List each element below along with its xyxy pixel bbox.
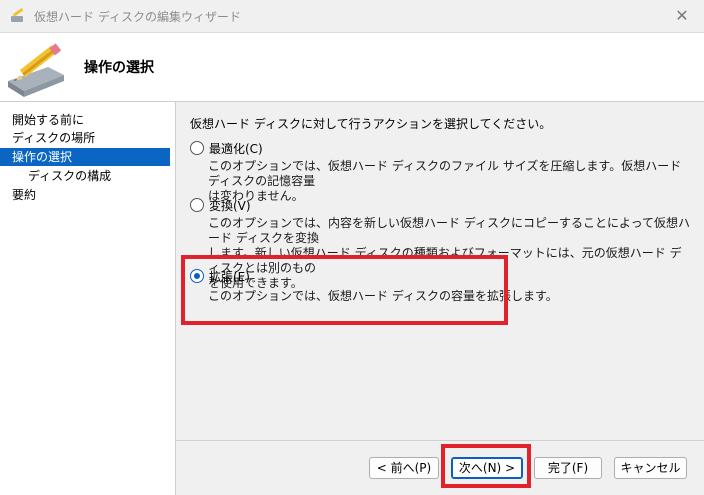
sidebar-item-before-you-begin[interactable]: 開始する前に	[0, 111, 170, 129]
instruction-text: 仮想ハード ディスクに対して行うアクションを選択してください。	[190, 117, 552, 131]
description-line: このオプションでは、内容を新しい仮想ハード ディスクにコピーすることによって仮想…	[208, 216, 691, 245]
cancel-button[interactable]: キャンセル	[614, 457, 687, 479]
page-title: 操作の選択	[84, 60, 154, 76]
compact-radio[interactable]	[190, 141, 204, 155]
compact-description: このオプションでは、仮想ハード ディスクのファイル サイズを圧縮します。仮想ハー…	[208, 159, 692, 204]
title-bar: 仮想ハード ディスクの編集ウィザード ✕	[0, 0, 704, 33]
wizard-steps-sidebar: 開始する前に ディスクの場所 操作の選択 ディスクの構成 要約	[0, 102, 176, 495]
convert-radio[interactable]	[190, 198, 204, 212]
highlight-box-expand-option	[181, 255, 508, 325]
compact-label[interactable]: 最適化(C)	[209, 140, 263, 157]
convert-label[interactable]: 変換(V)	[209, 197, 251, 214]
wizard-app-icon	[11, 8, 24, 22]
description-line: このオプションでは、仮想ハード ディスクのファイル サイズを圧縮します。仮想ハー…	[208, 159, 682, 188]
back-button[interactable]: < 前へ(P)	[369, 457, 439, 479]
close-button[interactable]: ✕	[668, 2, 696, 30]
sidebar-item-disk-location[interactable]: ディスクの場所	[0, 129, 170, 147]
disk-pencil-icon	[8, 43, 64, 97]
sidebar-item-configure-disk[interactable]: ディスクの構成	[0, 167, 170, 185]
window-title: 仮想ハード ディスクの編集ウィザード	[34, 10, 241, 24]
sidebar-item-summary[interactable]: 要約	[0, 186, 170, 204]
sidebar-item-choose-action[interactable]: 操作の選択	[0, 148, 170, 166]
wizard-header: 操作の選択	[0, 33, 704, 102]
next-button[interactable]: 次へ(N) >	[451, 457, 523, 479]
footer-divider	[176, 440, 704, 441]
description-line: は変わりません。	[208, 189, 304, 203]
finish-button[interactable]: 完了(F)	[534, 457, 602, 479]
